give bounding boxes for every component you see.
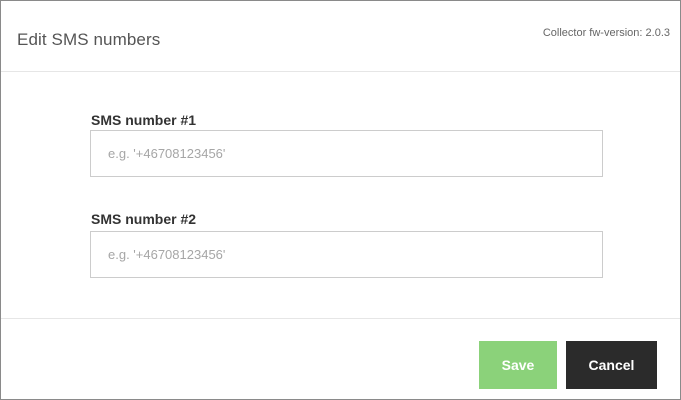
sms-number-2-input[interactable] <box>90 231 603 278</box>
sms-number-1-input[interactable] <box>90 130 603 177</box>
sms-number-1-label: SMS number #1 <box>91 112 197 128</box>
edit-sms-dialog: Edit SMS numbers Collector fw-version: 2… <box>0 0 681 400</box>
dialog-body: SMS number #1 SMS number #2 <box>1 72 680 318</box>
dialog-title: Edit SMS numbers <box>17 30 161 49</box>
sms-number-2-label: SMS number #2 <box>91 211 197 227</box>
dialog-header: Edit SMS numbers Collector fw-version: 2… <box>1 1 680 72</box>
dialog-footer: Save Cancel <box>1 318 680 399</box>
save-button[interactable]: Save <box>479 341 557 389</box>
firmware-version-label: Collector fw-version: 2.0.3 <box>542 27 670 39</box>
cancel-button[interactable]: Cancel <box>566 341 657 389</box>
